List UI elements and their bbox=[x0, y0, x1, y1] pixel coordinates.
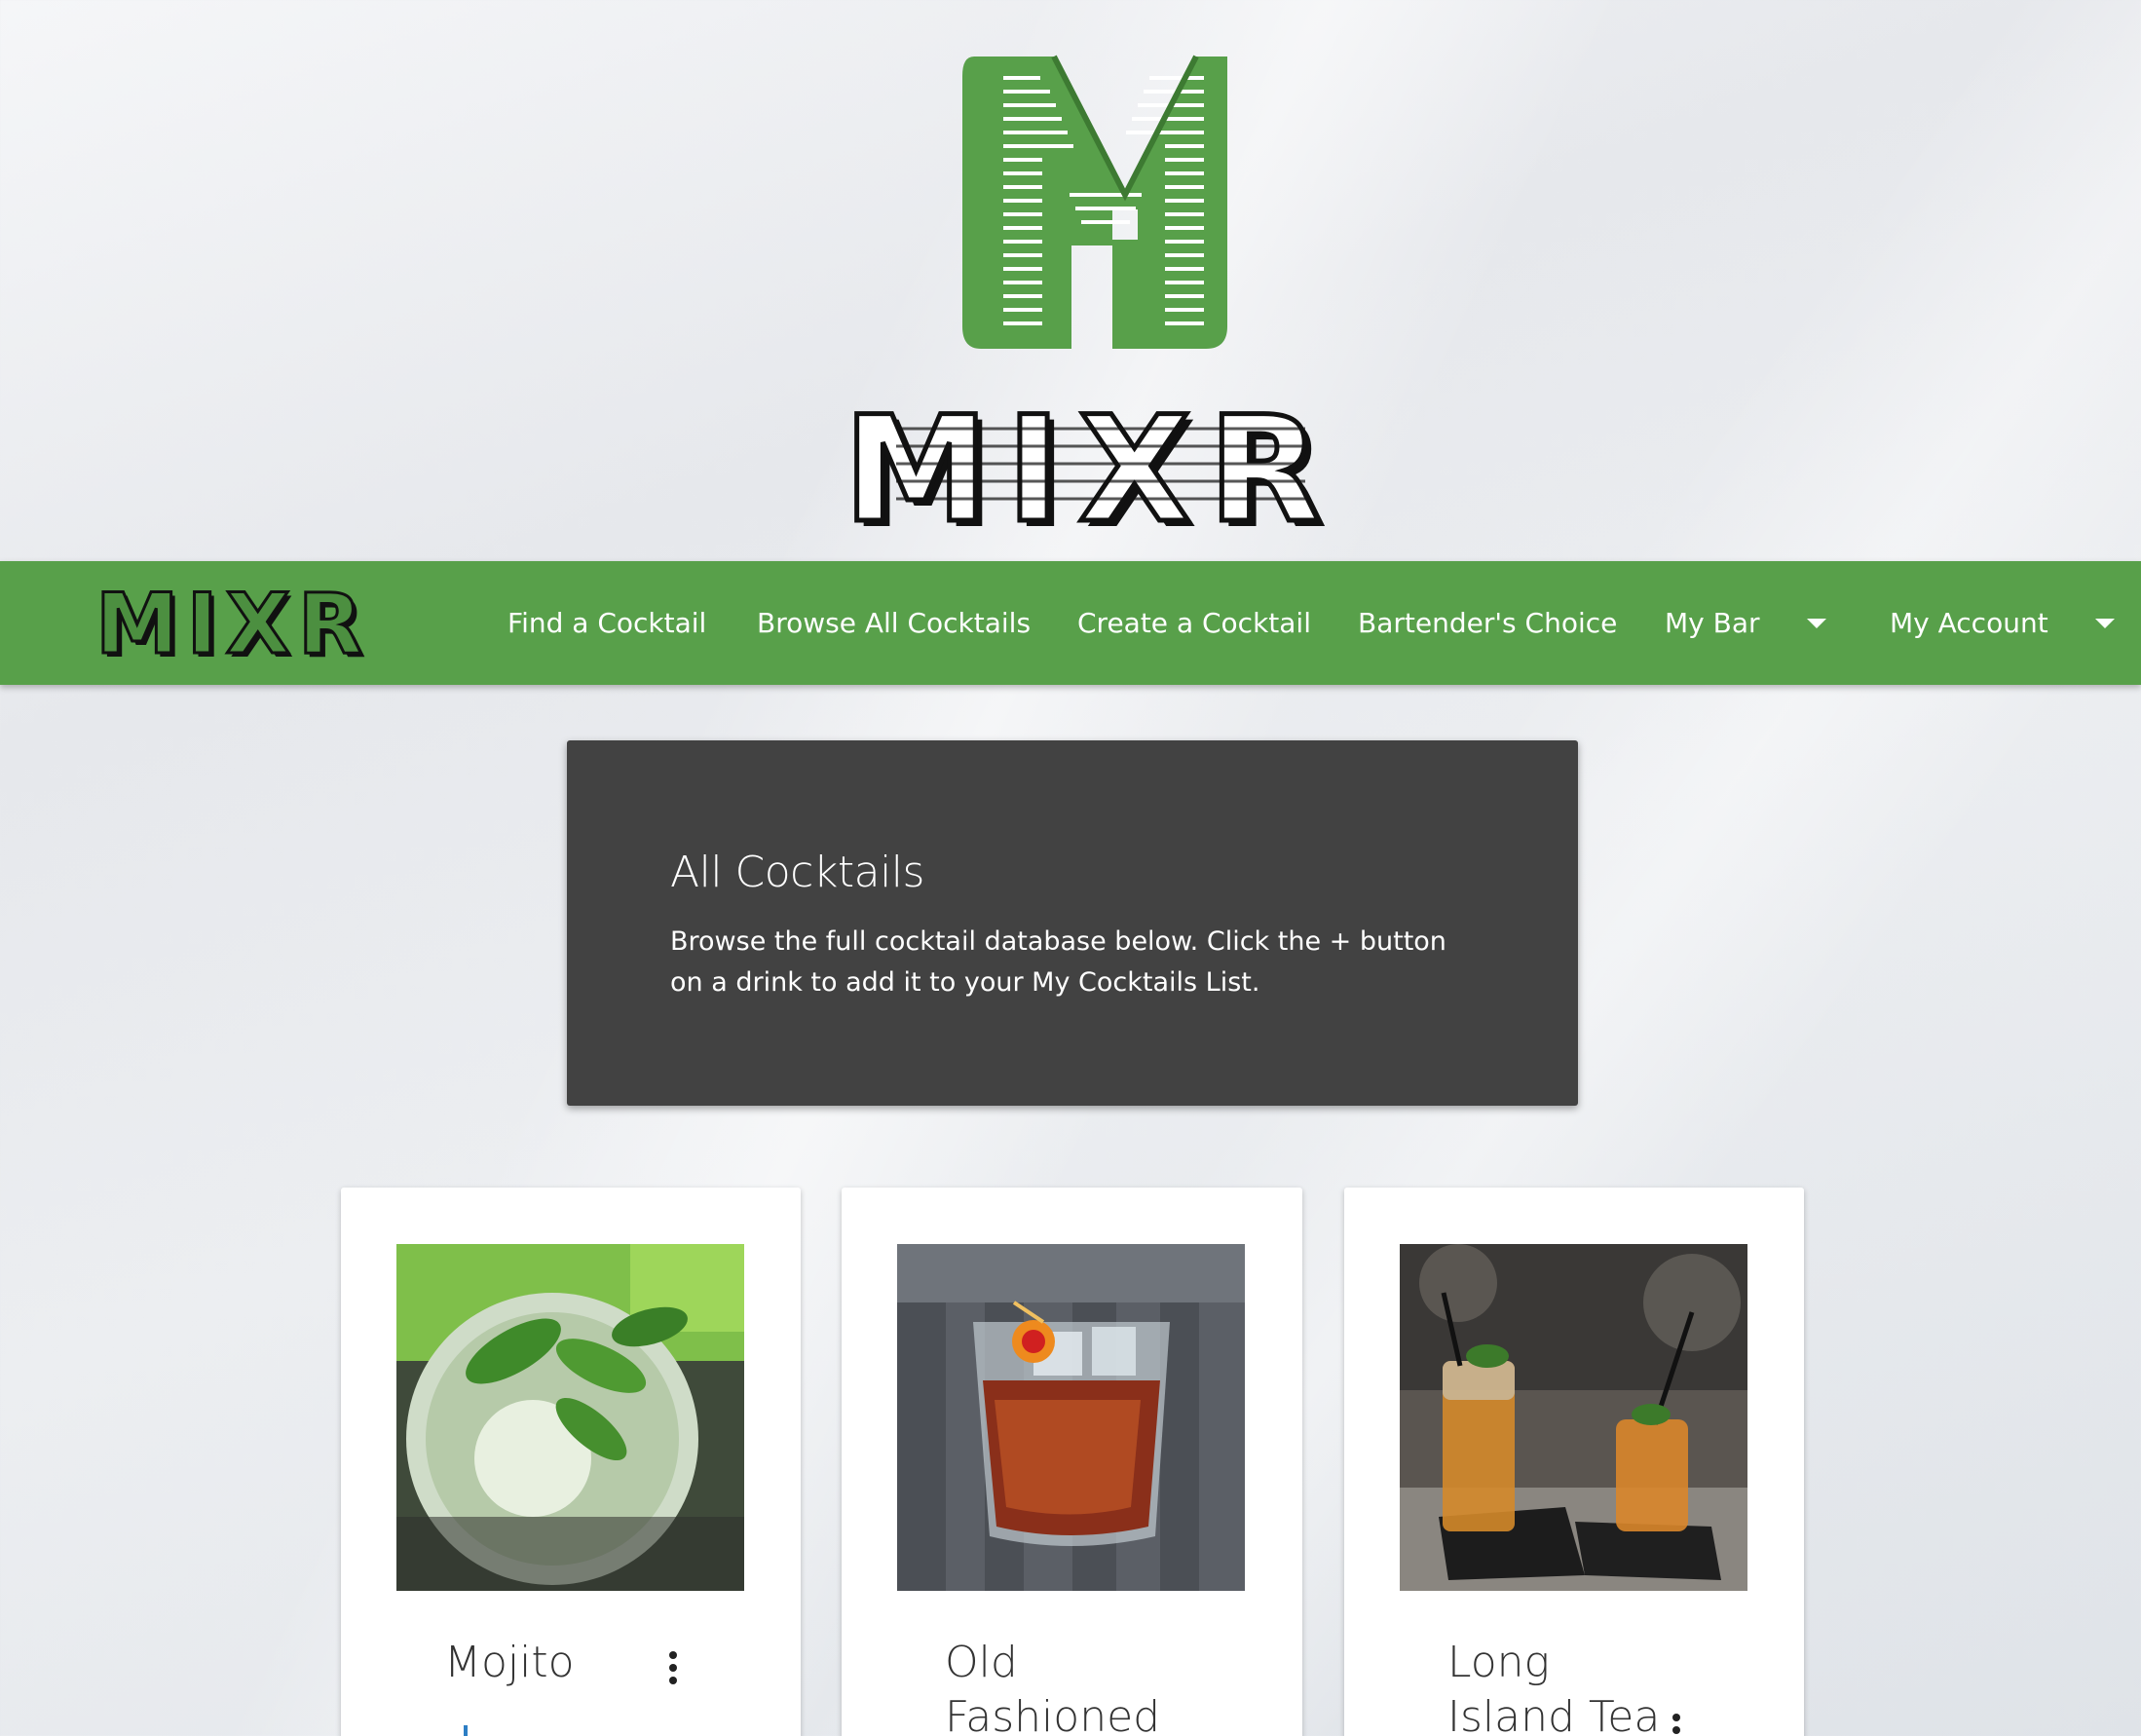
long-island-photo[interactable] bbox=[1400, 1244, 1747, 1591]
nav-my-account-dropdown[interactable]: My Account bbox=[1890, 561, 2115, 685]
page-description: Browse the full cocktail database below.… bbox=[670, 926, 1446, 998]
nav-my-bar-dropdown[interactable]: My Bar bbox=[1665, 561, 1826, 685]
m-emblem-icon bbox=[962, 55, 1227, 349]
nav-bartenders-choice-label: Bartender's Choice bbox=[1358, 607, 1618, 639]
cocktail-name[interactable]: Long Island Tea bbox=[1447, 1636, 1681, 1736]
intro-panel: All Cocktails Browse the full cocktail d… bbox=[567, 740, 1578, 1106]
mojito-photo[interactable] bbox=[396, 1244, 744, 1591]
caret-down-icon bbox=[2094, 618, 2115, 628]
nav-brand-logo[interactable]: MIXR MIXR bbox=[94, 575, 367, 678]
cocktail-name[interactable]: Mojito bbox=[444, 1636, 678, 1690]
page-title: All Cocktails bbox=[670, 848, 924, 897]
svg-text:MIXR: MIXR bbox=[844, 386, 1338, 555]
hero-logo: MIXR MIXR bbox=[0, 0, 2141, 561]
cocktail-card[interactable]: Old Fashioned bbox=[842, 1188, 1302, 1736]
more-options-icon[interactable] bbox=[667, 1651, 679, 1690]
old-fashioned-photo[interactable] bbox=[897, 1244, 1245, 1591]
more-options-icon[interactable] bbox=[1671, 1714, 1682, 1736]
main-navbar: MIXR MIXR Find a Cocktail Browse All Coc… bbox=[0, 561, 2141, 685]
nav-bartenders-choice[interactable]: Bartender's Choice bbox=[1358, 561, 1617, 685]
mixr-wordmark: MIXR MIXR bbox=[841, 384, 1338, 562]
nav-my-account-label: My Account bbox=[1890, 607, 2048, 639]
nav-browse-all-cocktails[interactable]: Browse All Cocktails bbox=[757, 561, 1031, 685]
nav-create-cocktail[interactable]: Create a Cocktail bbox=[1077, 561, 1311, 685]
cocktail-card[interactable]: Long Island Tea bbox=[1344, 1188, 1804, 1736]
cocktail-name[interactable]: Old Fashioned bbox=[945, 1636, 1179, 1736]
nav-browse-all-label: Browse All Cocktails bbox=[757, 607, 1032, 639]
svg-text:MIXR: MIXR bbox=[95, 581, 366, 668]
nav-find-cocktail[interactable]: Find a Cocktail bbox=[507, 561, 706, 685]
nav-create-cocktail-label: Create a Cocktail bbox=[1077, 607, 1311, 639]
cocktail-card[interactable]: Mojito bbox=[341, 1188, 801, 1736]
caret-down-icon bbox=[1806, 618, 1826, 628]
nav-my-bar-label: My Bar bbox=[1665, 607, 1760, 639]
nav-find-cocktail-label: Find a Cocktail bbox=[507, 607, 707, 639]
add-button-edge[interactable] bbox=[464, 1725, 468, 1736]
